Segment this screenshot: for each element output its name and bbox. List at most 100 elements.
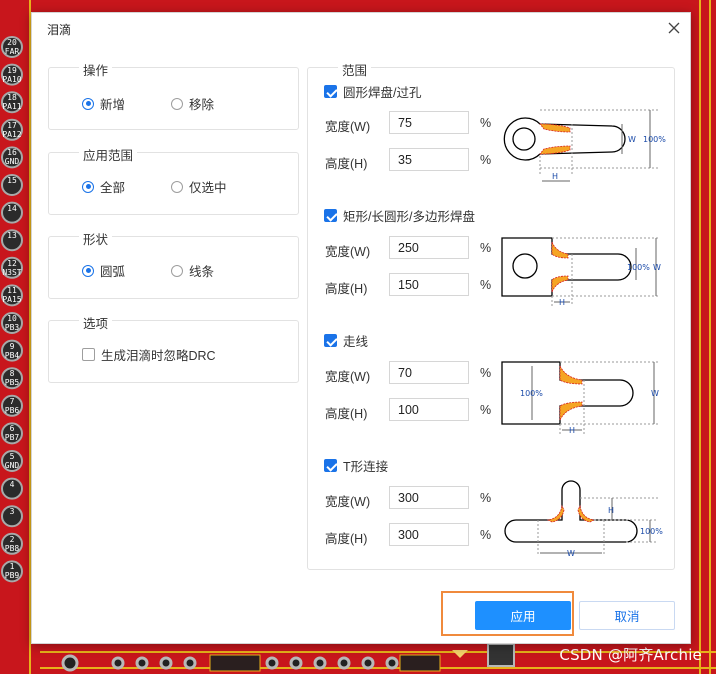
pin-number: 12 [7,258,17,268]
round-pad-width-input[interactable] [389,111,469,134]
checkbox-box[interactable] [324,459,337,472]
pin-label: 16 GND [1,148,23,166]
checkbox-track[interactable]: 走线 [324,331,368,350]
pin-label: 9 PB4 [1,342,23,360]
shape-legend: 形状 [79,229,113,248]
radio-dot[interactable] [82,180,94,193]
track-height-input[interactable] [389,398,469,421]
pin-number: 20 [7,38,17,47]
radio-dot[interactable] [171,97,183,110]
pin-label: 11 PA15 [1,286,23,304]
t-junction-diagram: H 100% W [504,480,663,558]
checkbox-t-junction[interactable]: T形连接 [324,456,388,475]
radio-operation-remove[interactable]: 移除 [171,94,214,113]
pin-label: 12 N3ST [1,259,23,277]
cancel-button[interactable]: 取消 [579,601,675,630]
pin-net: FAR [4,47,20,56]
pin-net: PA12 [2,129,22,139]
radio-operation-add[interactable]: 新增 [82,94,125,113]
track-width-input[interactable] [389,361,469,384]
height-label: 高度(H) [325,157,368,171]
checkbox-box[interactable] [82,348,95,361]
t-junction-width-input[interactable] [389,486,469,509]
pin-number: 8 [9,369,15,379]
pin-label: 6 PB7 [1,424,23,442]
watermark-text: CSDN @阿齐Archie [559,646,702,664]
radio-shape-arc[interactable]: 圆弧 [82,261,125,280]
checkbox-round-pad-via[interactable]: 圆形焊盘/过孔 [324,82,421,101]
pin-net: N3ST [2,267,22,277]
hundred-percent-label: 100% [627,263,650,272]
checkbox-rect-oval-poly-pad[interactable]: 矩形/长圆形/多边形焊盘 [324,206,475,225]
radio-label: 全部 [100,181,126,195]
pin-net: GND [4,157,20,167]
pin-label: 19 PA10 [1,66,23,84]
height-label: 高度(H) [325,407,368,421]
radio-scope-selected[interactable]: 仅选中 [171,177,227,196]
pin-label: 2 PB8 [1,535,23,553]
hundred-percent-label: 100% [520,389,543,398]
radio-dot[interactable] [82,264,94,277]
radio-label: 仅选中 [189,181,227,195]
pin-net: PB8 [4,543,20,553]
checkbox-box[interactable] [324,85,337,98]
hundred-percent-label: 100% [640,527,663,536]
pin-number: 14 [7,203,17,213]
pin-number: 2 [9,534,15,544]
w-label: W [653,263,661,272]
checkbox-label: 矩形/长圆形/多边形焊盘 [343,210,475,224]
checkbox-ignore-drc[interactable]: 生成泪滴时忽略DRC [82,345,216,364]
pin-number: 11 [7,286,17,296]
pin-net: PA10 [2,74,22,84]
pin-label: 7 PB6 [1,397,23,415]
pin-net: GND [4,461,20,470]
close-icon[interactable] [664,18,684,38]
t-junction-height-input[interactable] [389,523,469,546]
pin-number: 16 [7,148,17,158]
track-diagram: 100% W H [501,361,660,435]
unit-percent: % [480,278,492,292]
width-label: 宽度(W) [325,120,371,134]
pin-number: 7 [9,396,15,406]
dialog-titlebar: 泪滴 [32,13,690,43]
pin-number: 18 [7,93,17,103]
options-group: 选项 生成泪滴时忽略DRC [48,313,299,383]
w-label: W [567,549,575,558]
radio-shape-line[interactable]: 线条 [171,261,214,280]
radio-dot[interactable] [171,264,183,277]
rect-pad-diagram: 100% W H [501,237,661,307]
pin-number: 17 [7,120,17,130]
pin-label: 15 [1,176,23,185]
teardrop-dialog: 泪滴 操作 新增 移除 应用范围 全部 仅选中 形状 圆弧 线条 选项 生成泪滴… [31,12,691,644]
apply-scope-group: 应用范围 全部 仅选中 [48,145,299,215]
radio-dot[interactable] [171,180,183,193]
apply-button[interactable]: 应用 [475,601,571,630]
w-label: W [651,389,659,398]
round-pad-height-input[interactable] [389,148,469,171]
pin-number: 6 [9,424,15,434]
height-label: 高度(H) [325,282,368,296]
rect-pad-height-input[interactable] [389,273,469,296]
unit-percent: % [480,491,492,505]
pin-label: 8 PB5 [1,369,23,387]
checkbox-box[interactable] [324,209,337,222]
pin-label: 4 [1,480,23,489]
pin-number: 13 [7,231,17,241]
radio-label: 线条 [189,265,215,279]
pin-net: PB4 [4,350,20,360]
pin-net: PB6 [4,405,20,415]
pin-label: 14 [1,204,23,213]
h-label: H [608,506,614,515]
w-label: W [628,135,636,144]
rect-pad-width-input[interactable] [389,236,469,259]
unit-percent: % [480,403,492,417]
radio-label: 移除 [189,98,215,112]
radio-scope-all[interactable]: 全部 [82,177,125,196]
checkbox-box[interactable] [324,334,337,347]
unit-percent: % [480,153,492,167]
checkbox-label: 走线 [343,335,369,349]
scope-legend: 范围 [338,60,372,79]
radio-dot[interactable] [82,97,94,110]
h-label: H [559,298,565,307]
shape-group: 形状 圆弧 线条 [48,229,299,299]
